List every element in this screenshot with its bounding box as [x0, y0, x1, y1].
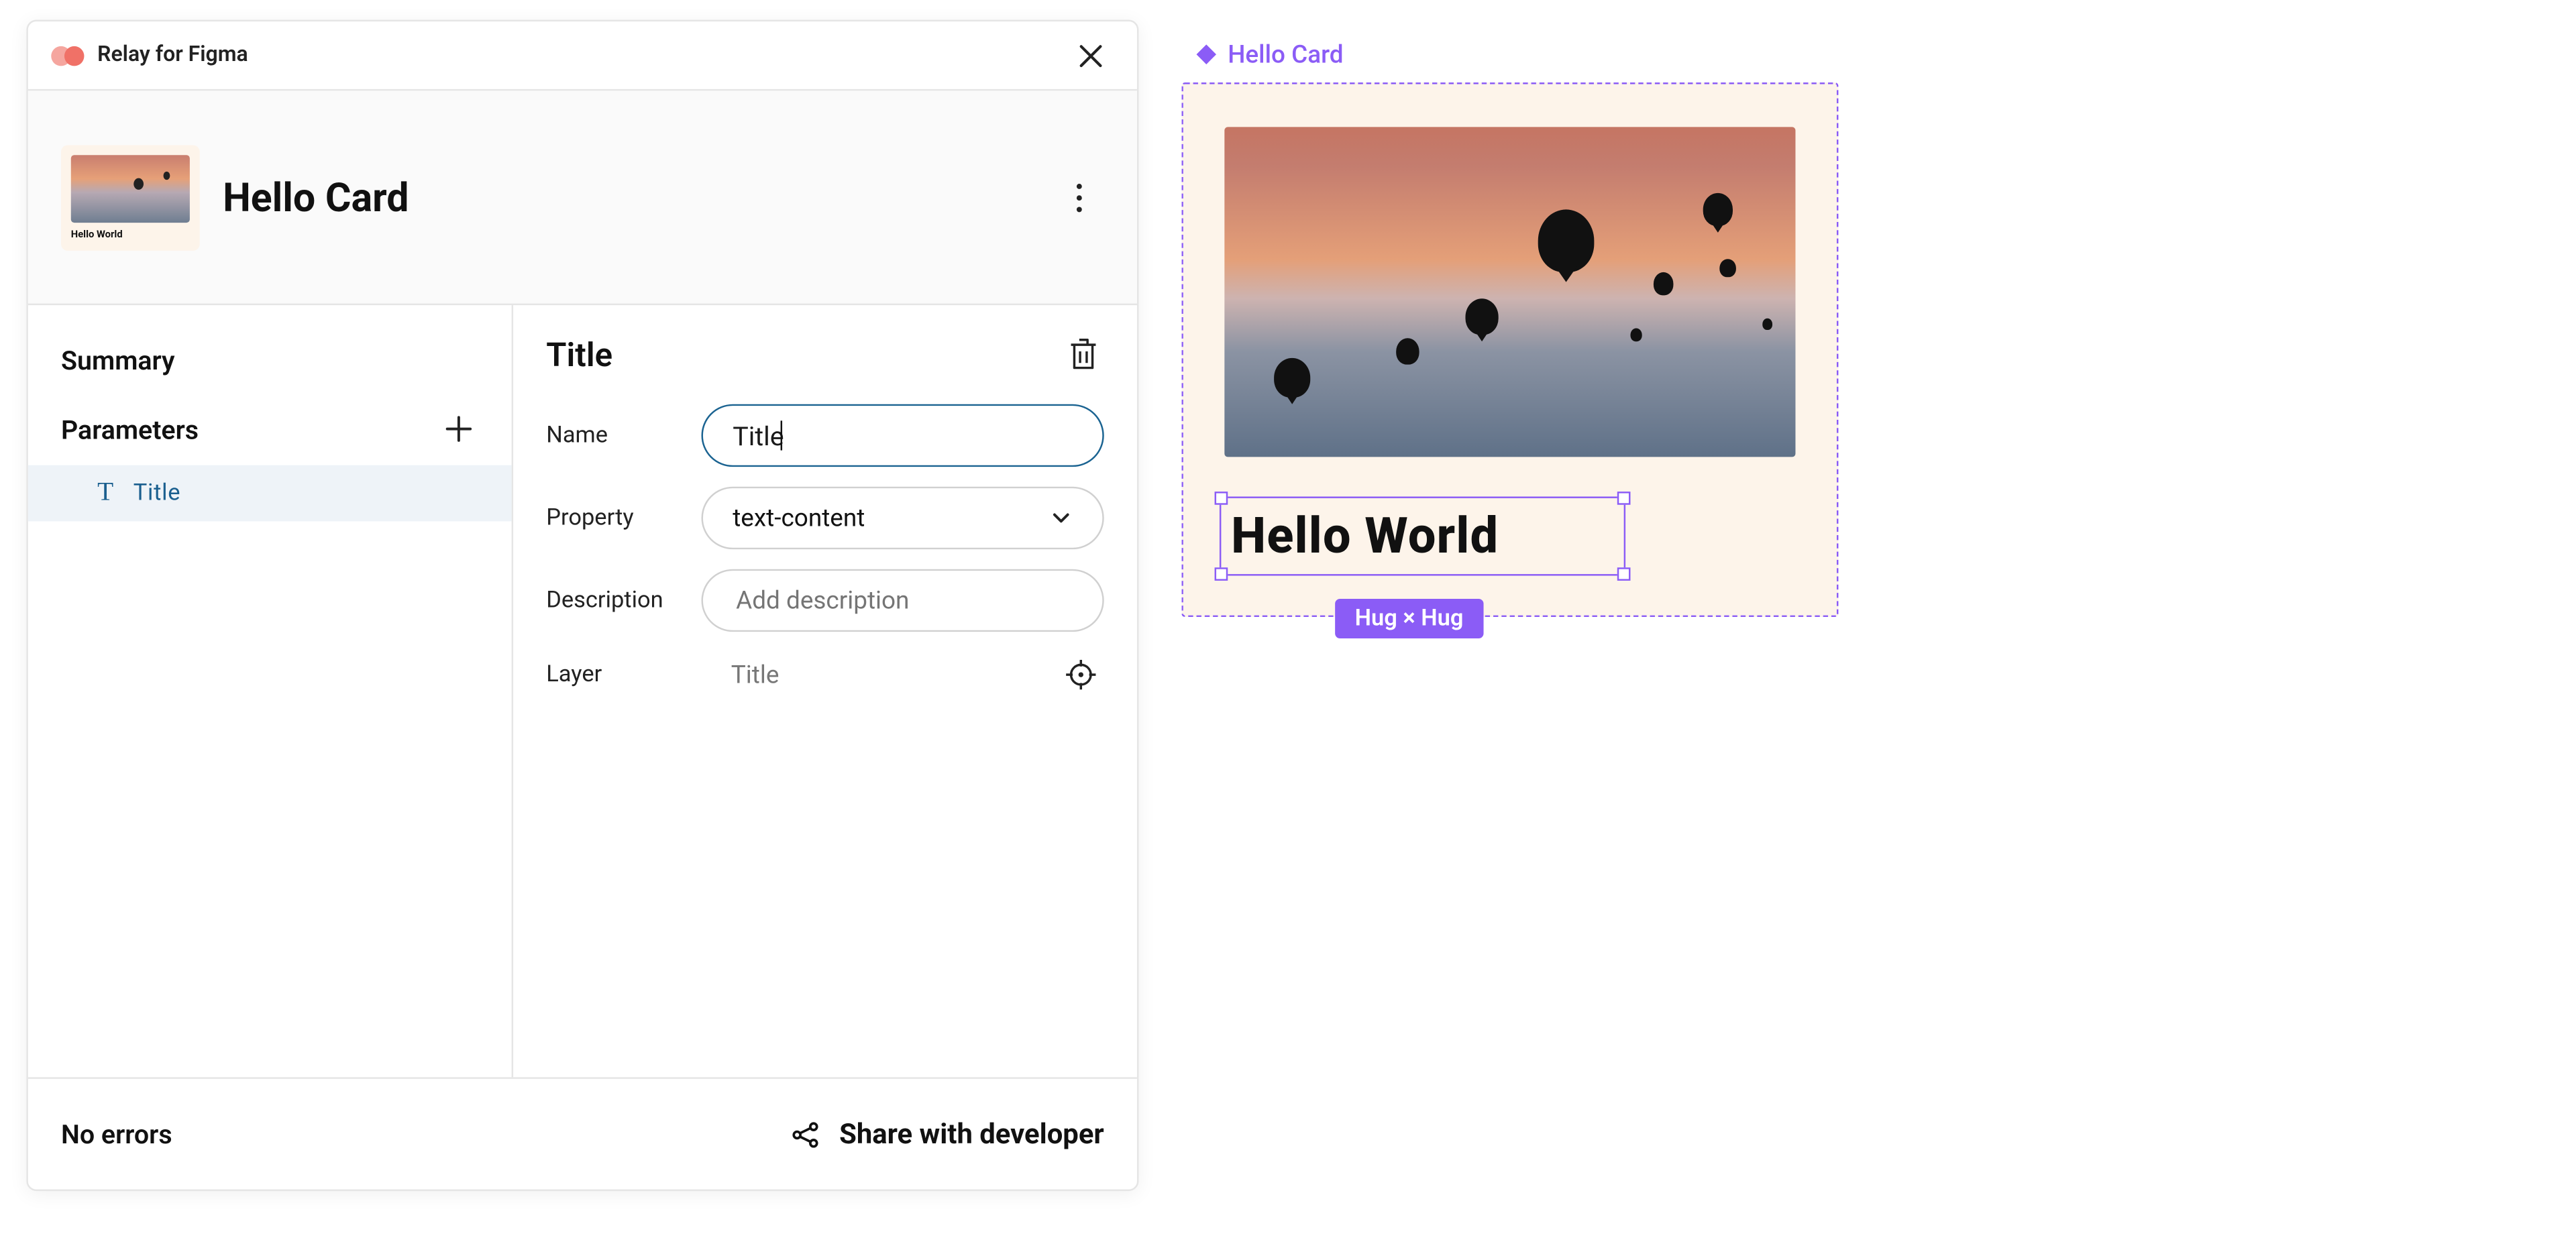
plugin-header: Relay for Figma [28, 21, 1137, 91]
description-row: Description [546, 569, 1104, 632]
property-row: Property text-content [546, 487, 1104, 549]
component-frame[interactable]: Hello World Hug × Hug [1181, 82, 1838, 617]
selection-handle[interactable] [1215, 567, 1228, 581]
plugin-logo: Relay for Figma [51, 43, 248, 68]
delete-parameter-button[interactable] [1063, 331, 1104, 378]
description-label: Description [546, 587, 701, 614]
selection-handle[interactable] [1215, 492, 1228, 505]
component-menu-button[interactable] [1055, 169, 1104, 225]
name-input[interactable]: Title [733, 420, 784, 451]
kebab-icon [1065, 179, 1094, 215]
share-label: Share with developer [839, 1118, 1104, 1151]
trash-icon [1069, 338, 1097, 371]
selection-handle[interactable] [1617, 567, 1631, 581]
sidebar-parameters-header: Parameters [28, 392, 512, 465]
chevron-down-icon [1050, 506, 1073, 529]
relay-logo-icon [51, 44, 87, 66]
thumbnail-image [71, 154, 190, 222]
text-type-icon: T [97, 478, 113, 508]
sidebar: Summary Parameters T Title [28, 305, 513, 1077]
description-input[interactable] [733, 584, 1073, 617]
detail-pane: Title Name Title Property [513, 305, 1137, 1077]
errors-status: No errors [61, 1119, 172, 1150]
selected-text-layer[interactable]: Hello World [1220, 496, 1625, 575]
frame-label[interactable]: Hello Card [1181, 40, 1838, 69]
component-thumbnail: Hello World [61, 144, 200, 249]
thumbnail-caption: Hello World [71, 229, 190, 240]
property-label: Property [546, 505, 701, 531]
name-input-wrapper[interactable]: Title [702, 404, 1104, 467]
parameter-row-title[interactable]: T Title [28, 465, 512, 522]
name-row: Name Title [546, 404, 1104, 467]
component-icon [1195, 43, 1218, 66]
plugin-name: Relay for Figma [97, 43, 248, 68]
autolayout-badge: Hug × Hug [1335, 599, 1483, 638]
layer-label: Layer [546, 661, 701, 687]
sidebar-summary[interactable]: Summary [28, 329, 512, 393]
relay-plugin-panel: Relay for Figma Hello World Hello Card S… [26, 20, 1138, 1192]
panel-body: Summary Parameters T Title Title [28, 305, 1137, 1077]
selection-handle[interactable] [1617, 492, 1631, 505]
close-button[interactable] [1068, 32, 1114, 78]
card-title-text: Hello World [1231, 507, 1499, 565]
frame-name: Hello Card [1228, 40, 1343, 69]
text-caret [781, 420, 782, 450]
crosshair-icon [1065, 659, 1097, 691]
name-label: Name [546, 422, 701, 449]
layer-row: Layer Title [546, 652, 1104, 698]
figma-canvas: Hello Card Hello World Hug × Hug [1181, 40, 1838, 617]
detail-header: Title [546, 331, 1104, 378]
locate-layer-button[interactable] [1058, 652, 1104, 698]
share-icon [790, 1119, 819, 1149]
plus-icon [445, 416, 472, 442]
close-icon [1074, 39, 1107, 72]
detail-title: Title [546, 335, 612, 374]
share-button[interactable]: Share with developer [790, 1118, 1104, 1151]
card-image[interactable] [1224, 127, 1795, 457]
property-select[interactable]: text-content [702, 487, 1104, 549]
panel-footer: No errors Share with developer [28, 1077, 1137, 1189]
parameters-label: Parameters [61, 413, 199, 445]
component-header: Hello World Hello Card [28, 91, 1137, 305]
description-input-wrapper[interactable] [702, 569, 1104, 632]
property-value: text-content [733, 503, 1049, 532]
component-name: Hello Card [223, 174, 409, 221]
add-parameter-button[interactable] [439, 409, 478, 449]
layer-value: Title [702, 660, 1058, 689]
parameter-name: Title [133, 480, 181, 506]
